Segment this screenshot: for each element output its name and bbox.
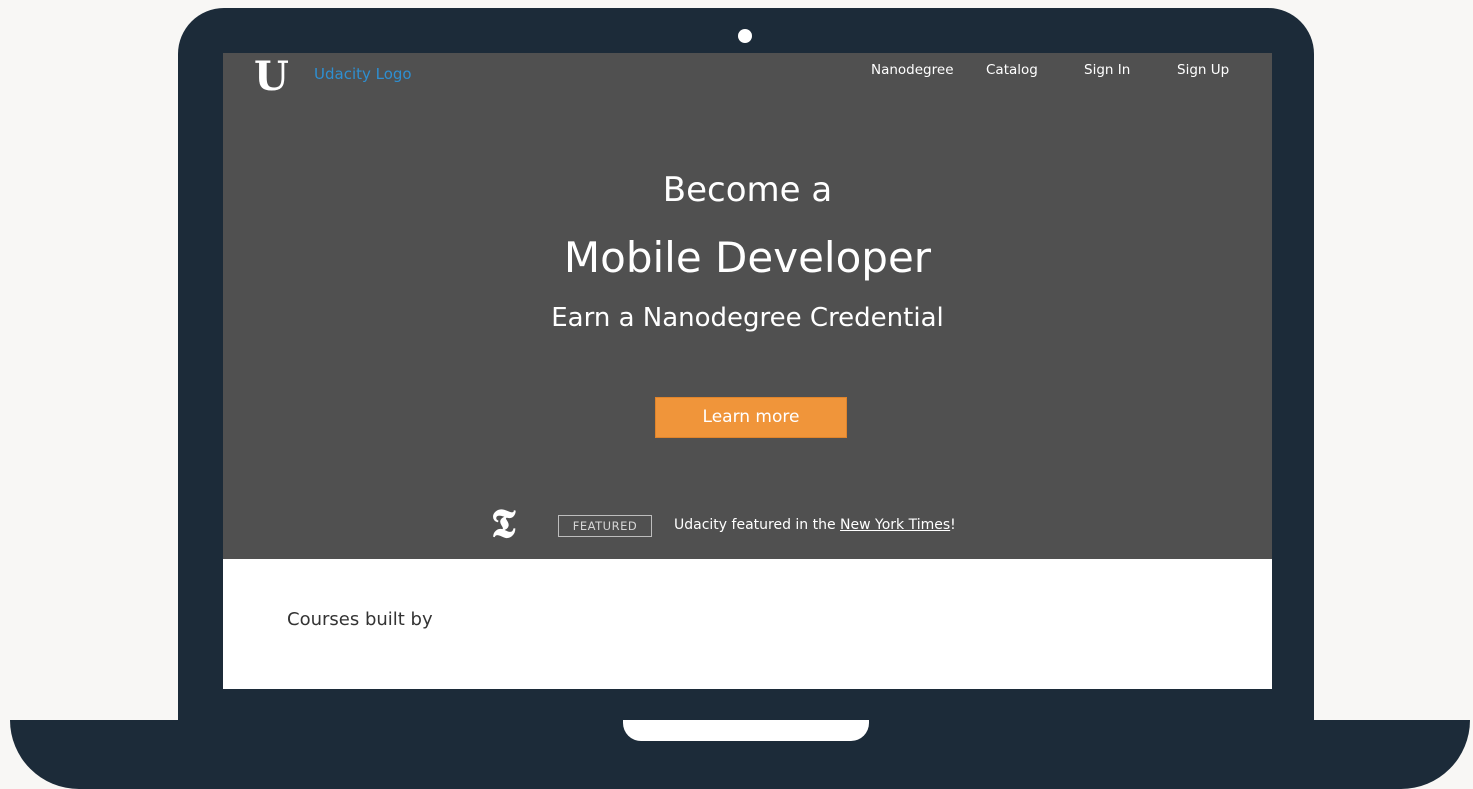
hero-title: Mobile Developer [563, 233, 932, 282]
featured-badge: FEATURED [558, 515, 652, 537]
screen: U Udacity Logo Nanodegree Catalog Sign I… [223, 53, 1272, 689]
nav-sign-in[interactable]: Sign In [1084, 61, 1130, 79]
hero-line-become: Become a [662, 170, 833, 210]
hero-subtitle: Earn a Nanodegree Credential [551, 303, 944, 333]
nav-nanodegree[interactable]: Nanodegree [871, 61, 954, 79]
courses-built-by-label: Courses built by [287, 609, 433, 630]
nyt-link[interactable]: New York Times [840, 517, 950, 533]
featured-text-suffix: ! [950, 517, 956, 533]
udacity-logo-icon[interactable]: U [254, 55, 289, 99]
logo-text[interactable]: Udacity Logo [314, 65, 412, 83]
nyt-logo-icon: 𝕿 [491, 500, 516, 547]
featured-text-prefix: Udacity featured in the [674, 517, 841, 533]
nav-sign-up[interactable]: Sign Up [1177, 61, 1229, 79]
hero-section: U Udacity Logo Nanodegree Catalog Sign I… [223, 53, 1272, 559]
learn-more-button[interactable]: Learn more [655, 397, 847, 438]
camera-dot [738, 29, 752, 43]
nav-catalog[interactable]: Catalog [986, 61, 1038, 79]
laptop-notch [623, 720, 869, 741]
featured-text: Udacity featured in the New York Times! [674, 516, 956, 534]
